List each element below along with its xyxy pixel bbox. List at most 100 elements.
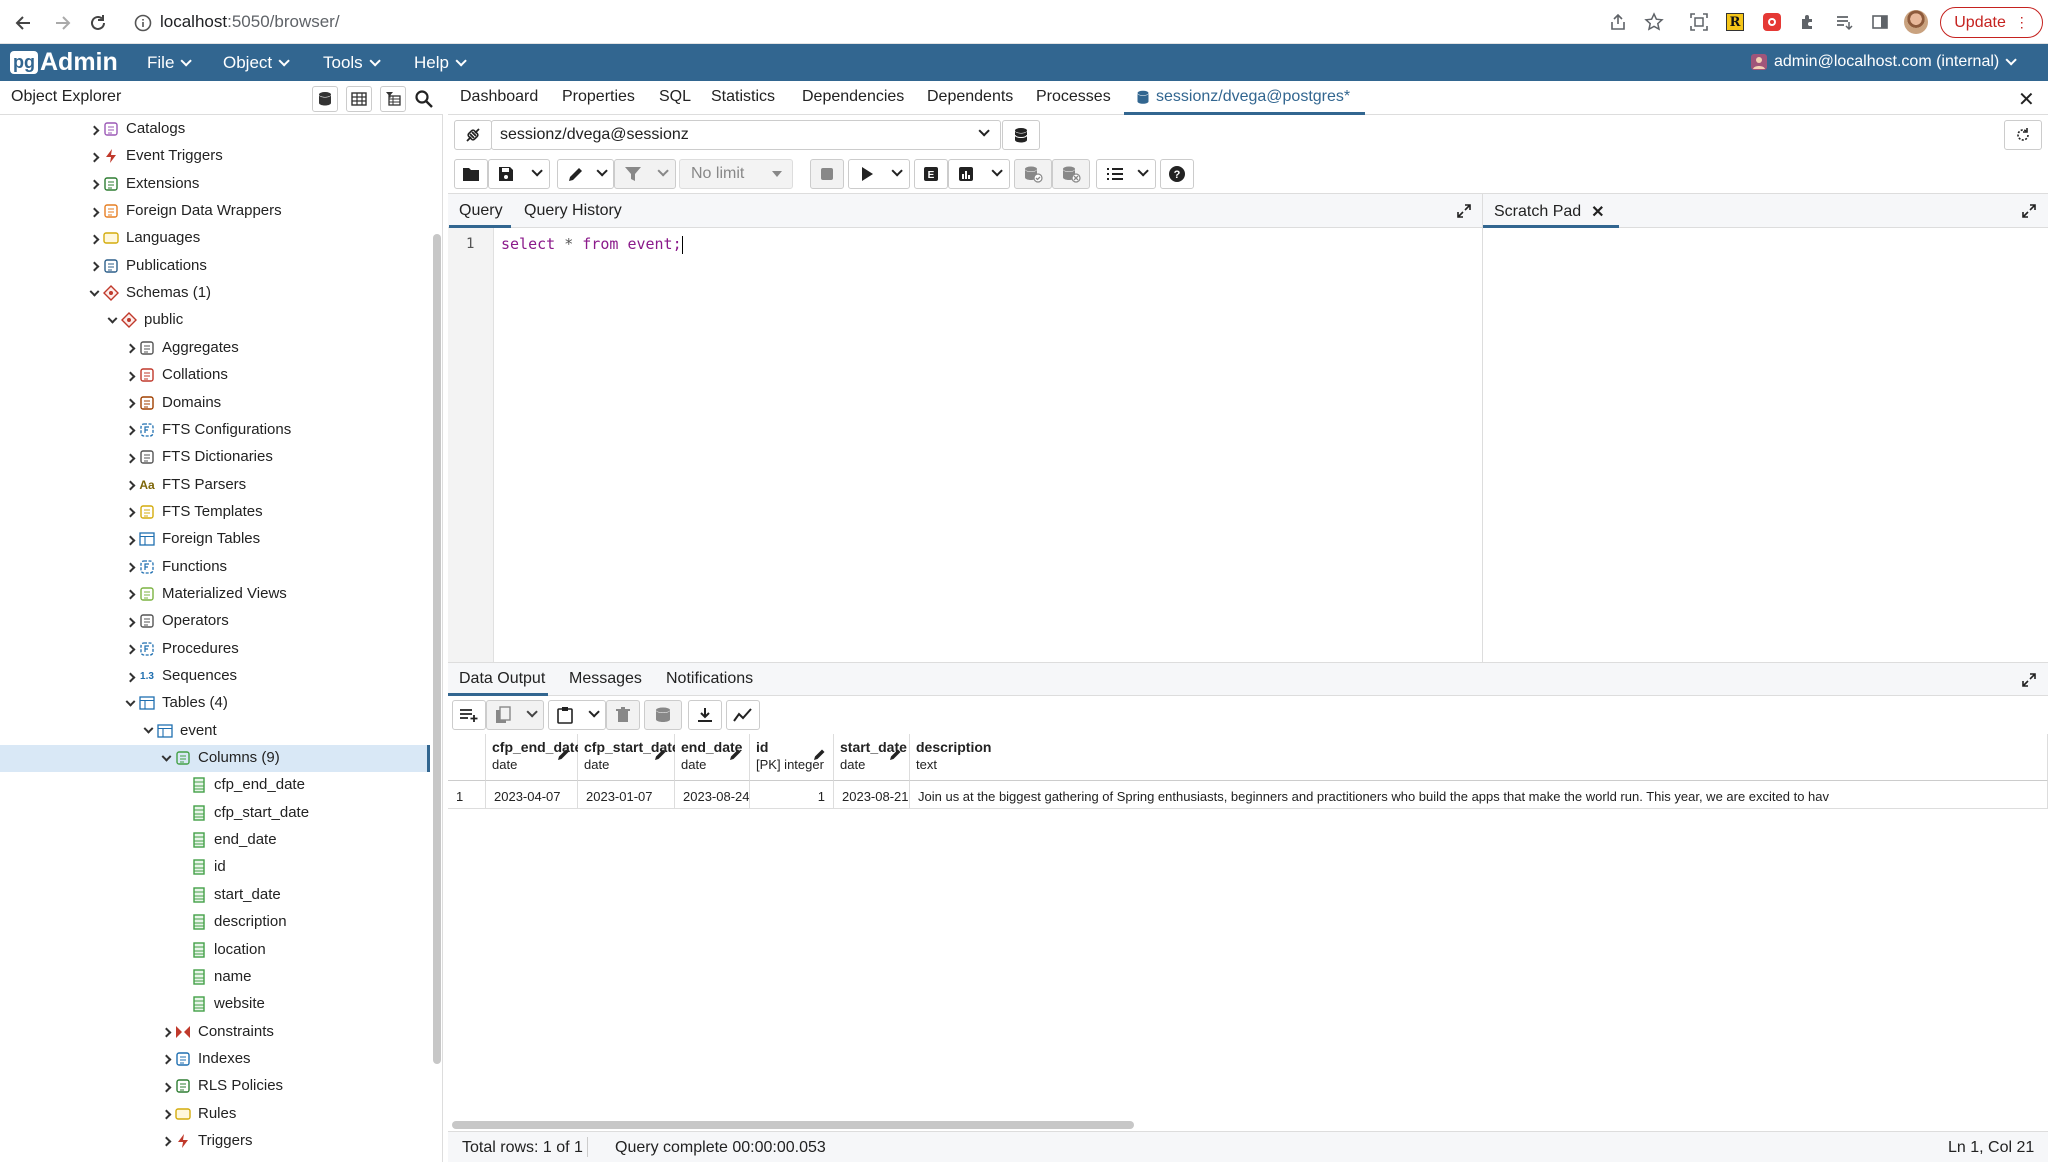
tree-item[interactable]: Foreign Data Wrappers [0,198,430,225]
query-tool-button[interactable] [312,86,338,112]
stop-button[interactable] [810,159,844,189]
menu-help[interactable]: Help [414,53,467,73]
reading-list-icon[interactable] [1832,10,1856,34]
column-header[interactable]: cfp_end_date date [486,734,582,781]
close-icon[interactable]: ✕ [1591,202,1604,222]
tree-item[interactable]: cfp_start_date [0,800,430,827]
chevron-right-icon[interactable] [160,1054,172,1066]
chevron-down-icon[interactable] [106,313,118,327]
chevron-right-icon[interactable] [88,179,100,191]
chevron-right-icon[interactable] [124,370,136,382]
tree-item[interactable]: Columns (9) [0,745,430,773]
help-button[interactable]: ? [1160,159,1194,189]
chevron-down-icon[interactable] [88,286,100,300]
add-row-button[interactable] [452,700,486,730]
edit-pencil-icon[interactable] [889,748,902,761]
tab-query-history[interactable]: Query History [524,202,622,220]
tree-item[interactable]: cfp_end_date [0,772,430,799]
chevron-down-icon[interactable] [891,165,903,177]
chevron-right-icon[interactable] [88,124,100,136]
extension-r-icon[interactable]: R [1723,10,1747,34]
tree-item[interactable]: Operators [0,608,430,635]
tree-item[interactable]: Materialized Views [0,581,430,608]
object-explorer-scrollbar[interactable] [433,234,441,1064]
tree-item[interactable]: public [0,307,430,334]
chevron-right-icon[interactable] [124,343,136,355]
search-icon[interactable] [414,89,434,109]
tab-query[interactable]: Query [459,202,503,220]
column-header[interactable]: description text [910,734,2048,781]
tree-item[interactable]: Event Triggers [0,143,430,170]
table-cell[interactable]: Join us at the biggest gathering of Spri… [910,781,2048,809]
tree-item[interactable]: end_date [0,827,430,854]
expand-icon[interactable] [1456,203,1472,219]
delete-button[interactable] [606,700,640,730]
chevron-down-icon[interactable] [588,706,600,718]
reload-icon[interactable] [85,10,111,36]
update-button[interactable]: Update ⋮ [1940,7,2043,38]
edit-pencil-icon[interactable] [813,748,826,761]
chevron-right-icon[interactable] [124,452,136,464]
chevron-down-icon[interactable] [1137,165,1149,177]
column-header[interactable]: id [PK] integer [750,734,834,781]
chevron-down-icon[interactable] [160,751,172,765]
tab-statistics[interactable]: Statistics [711,88,775,106]
connection-select[interactable]: sessionz/dvega@sessionz [491,120,1001,150]
tree-item[interactable]: Schemas (1) [0,280,430,307]
refresh-button[interactable] [2004,120,2042,150]
chevron-right-icon[interactable] [160,1136,172,1148]
copy-button[interactable] [486,700,544,730]
download-button[interactable] [688,700,722,730]
edit-pencil-icon[interactable] [654,748,667,761]
chevron-right-icon[interactable] [88,206,100,218]
tree-item[interactable]: Rules [0,1101,430,1128]
tree-item[interactable]: description [0,909,430,936]
address-bar[interactable]: localhost:5050/browser/ [160,12,340,32]
connection-status-button[interactable] [454,120,492,150]
tab-properties[interactable]: Properties [562,88,635,106]
chevron-down-icon[interactable] [596,165,608,177]
back-arrow-icon[interactable] [11,10,37,36]
bookmark-star-icon[interactable] [1642,10,1666,34]
explain-button[interactable]: E [914,159,948,189]
row-number[interactable]: 1 [448,781,486,809]
tree-item[interactable]: location [0,937,430,964]
column-header[interactable]: end_date date [675,734,750,781]
execute-button[interactable] [848,159,910,189]
tree-item[interactable]: FTS Configurations [0,417,430,444]
tree-item[interactable]: Aa FTS Parsers [0,472,430,499]
explain-analyze-button[interactable] [948,159,1010,189]
chevron-right-icon[interactable] [124,507,136,519]
table-cell[interactable]: 2023-04-07 [486,781,578,809]
chevron-right-icon[interactable] [124,425,136,437]
chevron-right-icon[interactable] [124,398,136,410]
code-line[interactable]: select * from event; [501,235,683,254]
chevron-down-icon[interactable] [991,165,1003,177]
edit-pencil-icon[interactable] [557,748,570,761]
tree-item[interactable]: FTS Templates [0,499,430,526]
filter-button[interactable] [614,159,676,189]
macros-button[interactable] [1096,159,1156,189]
tree-item[interactable]: Tables (4) [0,690,430,717]
tab-processes[interactable]: Processes [1036,88,1111,106]
chevron-down-icon[interactable] [526,706,538,718]
tree-item[interactable]: name [0,964,430,991]
tree-item[interactable]: start_date [0,882,430,909]
expand-icon[interactable] [2021,203,2037,219]
tree-item[interactable]: id [0,854,430,881]
chevron-right-icon[interactable] [160,1081,172,1093]
chevron-down-icon[interactable] [531,165,543,177]
tab-notifications[interactable]: Notifications [666,670,753,688]
tree-item[interactable]: RLS Policies [0,1073,430,1100]
tree-item[interactable]: Collations [0,362,430,389]
tree-item[interactable]: Aggregates [0,335,430,362]
tab-sql[interactable]: SQL [659,88,691,106]
tab-dashboard[interactable]: Dashboard [460,88,538,106]
user-menu[interactable]: admin@localhost.com (internal) [1750,53,2017,71]
tab-scratch-pad[interactable]: Scratch Pad ✕ [1494,202,1605,222]
tree-item[interactable]: Catalogs [0,116,430,143]
chevron-right-icon[interactable] [124,616,136,628]
tree-item[interactable]: Extensions [0,171,430,198]
tree-item[interactable]: Functions [0,554,430,581]
chevron-down-icon[interactable] [142,723,154,738]
